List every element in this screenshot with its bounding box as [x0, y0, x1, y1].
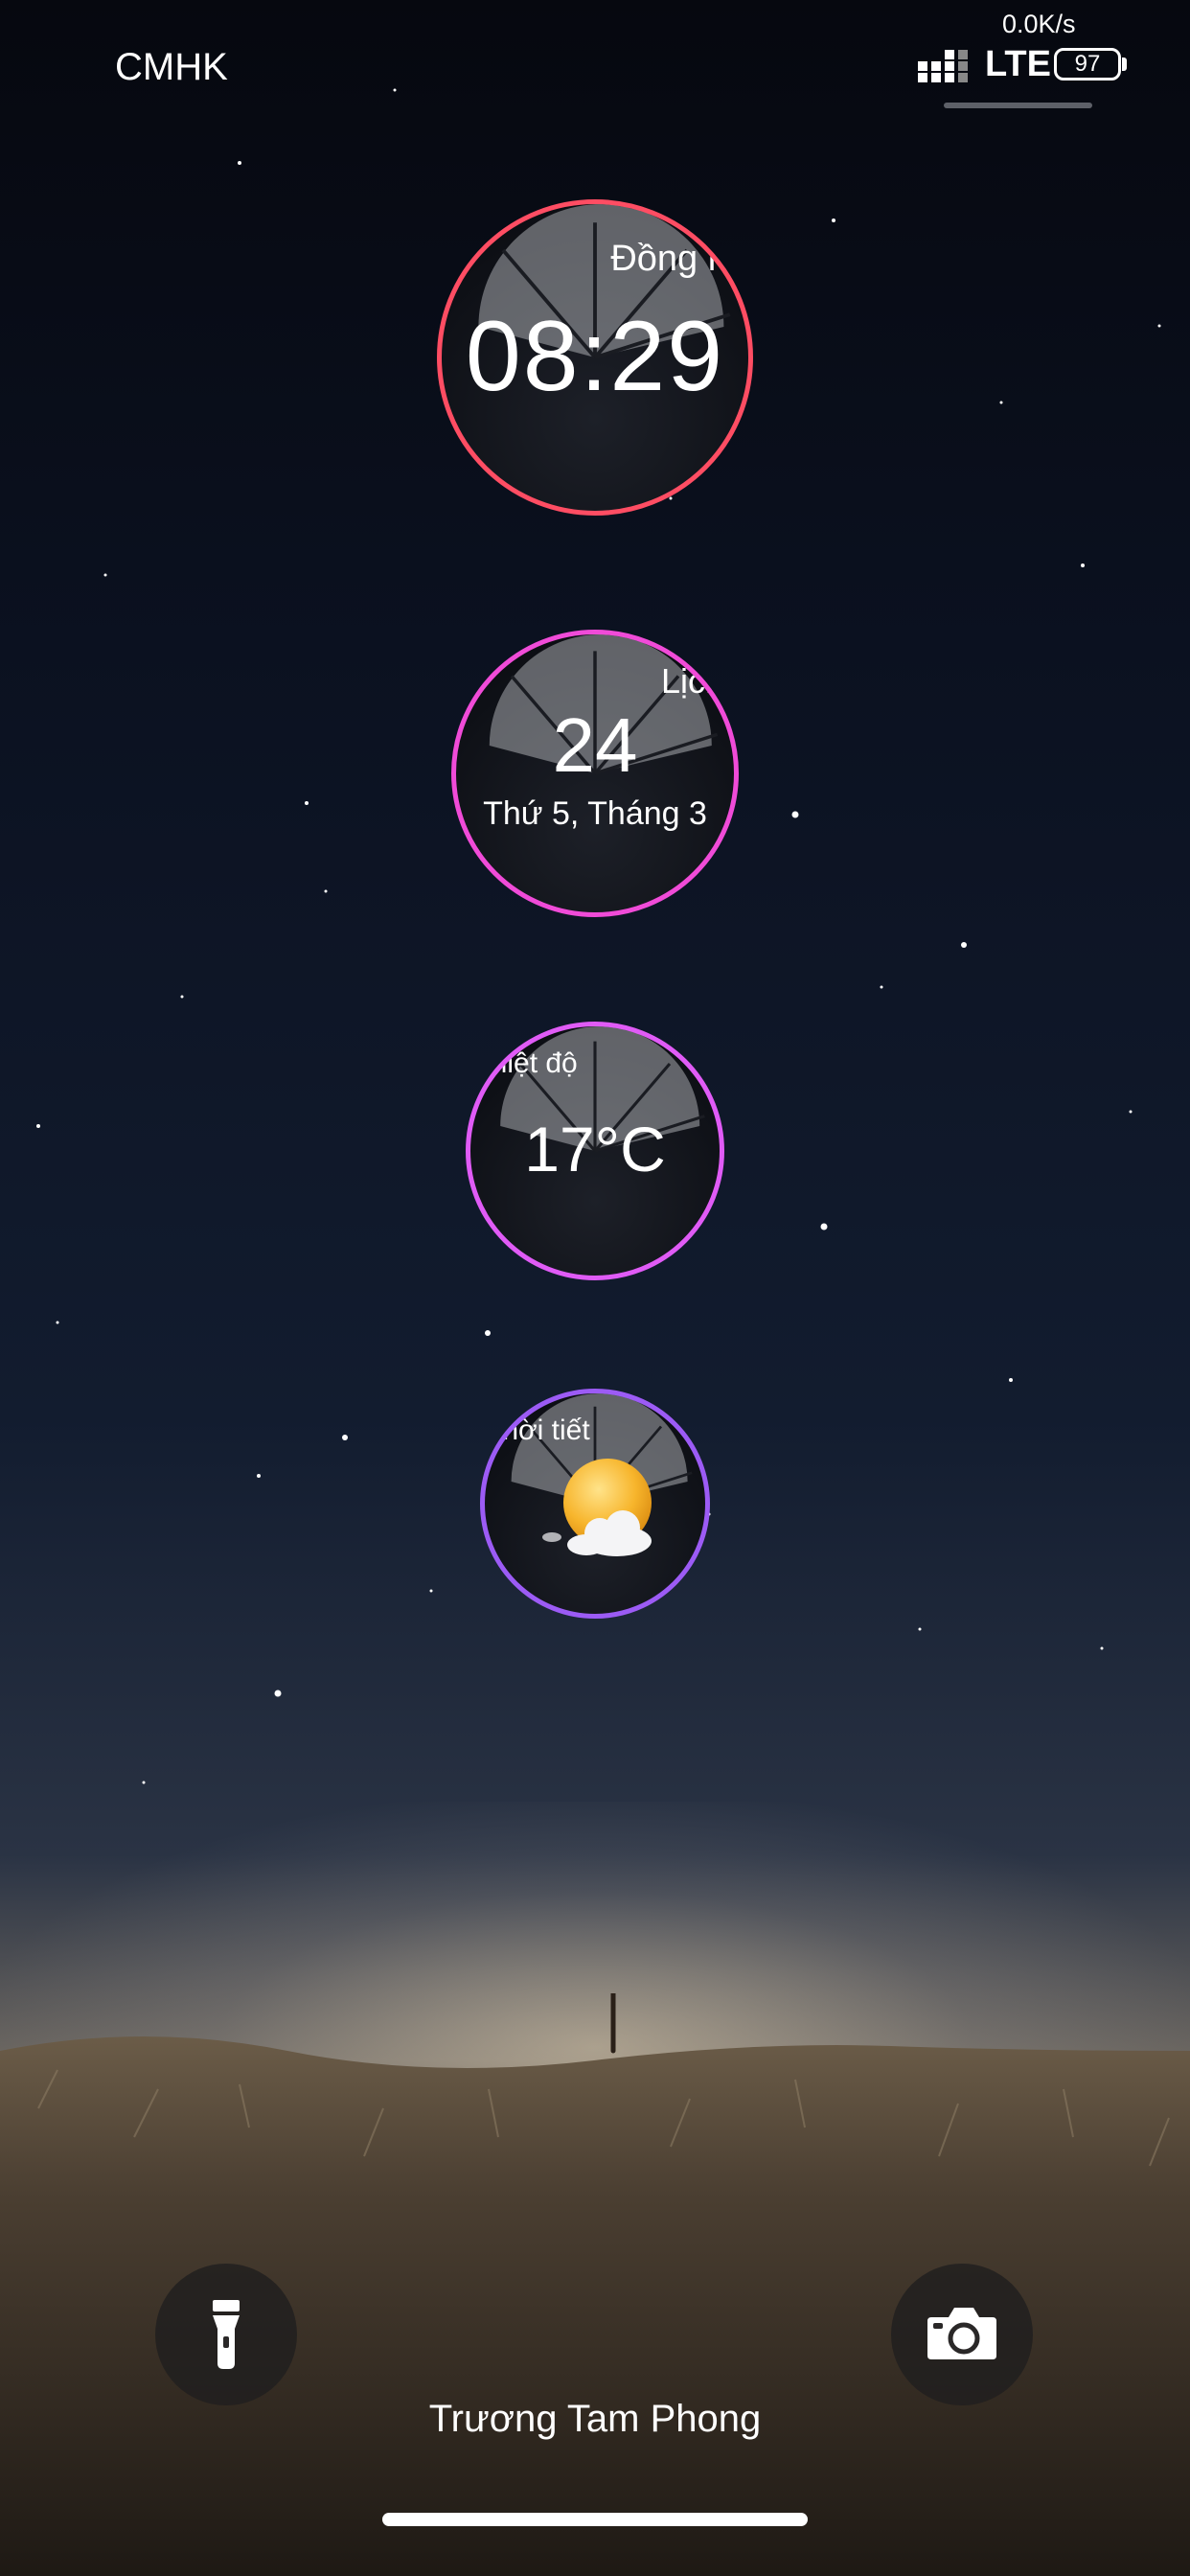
- calendar-day: 24: [552, 702, 638, 788]
- signal-bars-icon: [918, 50, 968, 82]
- calendar-date-label: Thứ 5, Tháng 3: [483, 795, 707, 832]
- camera-icon: [927, 2308, 996, 2359]
- home-indicator[interactable]: [382, 2513, 808, 2526]
- status-indicator-line: [944, 103, 1092, 108]
- clock-title: Đồng hồ: [610, 239, 748, 279]
- temperature-widget[interactable]: Nhiệt độ 17°C: [466, 1022, 724, 1280]
- network-type: LTE: [985, 44, 1051, 84]
- camera-button[interactable]: [891, 2264, 1033, 2405]
- temperature-value: 17°C: [524, 1114, 666, 1184]
- clock-time: 08:29: [465, 301, 725, 412]
- lock-screen: CMHK 0.0K/s LTE 97 Đồng hồ 08:29 Lịch 24…: [0, 0, 1190, 2576]
- weather-widget[interactable]: Thời tiết: [480, 1389, 710, 1619]
- battery-tip: [1122, 58, 1127, 71]
- temperature-title: Nhiệt độ: [470, 1047, 578, 1079]
- calendar-title: Lịch: [660, 661, 724, 701]
- flashlight-icon: [213, 2300, 240, 2369]
- carrier-name: CMHK: [115, 46, 228, 88]
- calendar-widget[interactable]: Lịch 24 Thứ 5, Tháng 3: [451, 630, 739, 917]
- clock-widget[interactable]: Đồng hồ 08:29: [437, 199, 753, 516]
- sun-cloud-icon: [542, 1459, 652, 1556]
- owner-name: Trương Tam Phong: [428, 2398, 762, 2440]
- network-speed: 0.0K/s: [1002, 10, 1076, 38]
- weather-title: Thời tiết: [485, 1414, 590, 1446]
- battery-icon: 97: [1054, 48, 1121, 80]
- flashlight-button[interactable]: [155, 2264, 297, 2405]
